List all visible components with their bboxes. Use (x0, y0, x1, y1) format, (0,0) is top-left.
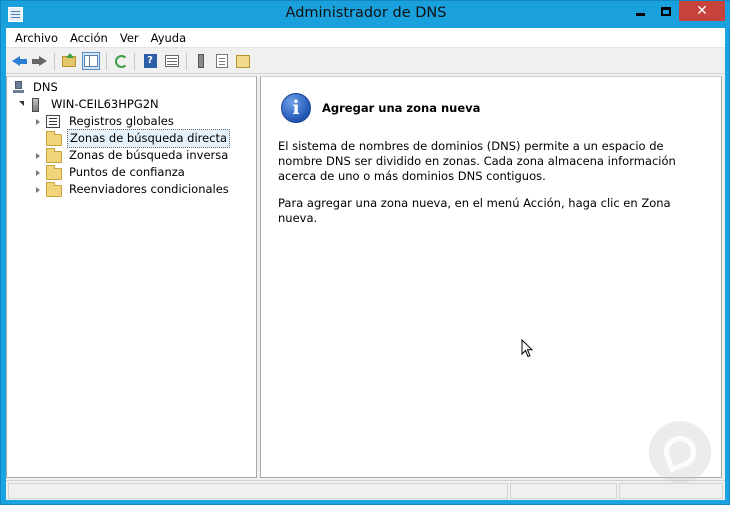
details-pane: i Agregar una zona nueva El sistema de n… (260, 76, 722, 478)
toolbar: ? (6, 49, 725, 74)
show-hide-tree-button[interactable] (82, 52, 100, 70)
tree-item-label: Puntos de confianza (69, 165, 185, 179)
tree-item-label-selected: Zonas de búsqueda directa (67, 129, 231, 148)
toolbar-separator (106, 53, 107, 70)
watermark-logo (649, 421, 711, 483)
tree-item-zonas-inversa[interactable]: Zonas de búsqueda inversa (33, 147, 230, 164)
up-level-button[interactable] (60, 52, 78, 70)
window-title: Administrador de DNS (285, 5, 447, 21)
folder-icon (46, 147, 62, 163)
global-records-icon (46, 114, 62, 129)
server-button[interactable] (192, 52, 210, 70)
toolbar-separator (186, 53, 187, 70)
detail-instructions: Para agregar una zona nueva, en el menú … (278, 196, 671, 225)
tree-item-label: Reenviadores condicionales (69, 182, 229, 196)
maximize-icon (661, 6, 671, 16)
list-button[interactable] (213, 52, 231, 70)
help-icon: ? (143, 54, 157, 68)
properties-button[interactable] (163, 52, 181, 70)
back-button[interactable] (10, 52, 28, 70)
tree-item-label: Registros globales (69, 114, 174, 128)
right-edge (722, 76, 725, 478)
tree-root-dns[interactable]: DNS (13, 79, 60, 96)
back-arrow-icon (11, 55, 27, 67)
help-button[interactable]: ? (141, 52, 159, 70)
status-cell (619, 483, 723, 499)
tree-server-node[interactable]: WIN-CEIL63HPG2N (15, 96, 161, 113)
folder-icon (46, 130, 62, 146)
menu-accion[interactable]: Acción (64, 28, 114, 48)
folder-icon (46, 181, 62, 197)
menu-bar: Archivo Acción Ver Ayuda (6, 28, 725, 48)
title-bar[interactable]: Administrador de DNS ✕ (1, 1, 730, 28)
menu-archivo[interactable]: Archivo (9, 28, 64, 48)
forward-arrow-icon (31, 55, 47, 67)
tree-item-label: Zonas de búsqueda inversa (69, 148, 229, 162)
toolbar-separator (134, 53, 135, 70)
records-button[interactable] (234, 52, 252, 70)
tree-root-label: DNS (33, 80, 58, 94)
console-tree[interactable]: DNS WIN-CEIL63HPG2N Registros globales Z… (6, 76, 257, 478)
tree-item-zonas-directa[interactable]: Zonas de búsqueda directa (33, 129, 231, 148)
status-cell (8, 483, 508, 499)
collapse-arrow-icon[interactable] (33, 185, 43, 195)
detail-description: El sistema de nombres de dominios (DNS) … (278, 139, 676, 183)
server-icon (28, 97, 44, 112)
refresh-button[interactable] (112, 52, 130, 70)
menu-ayuda[interactable]: Ayuda (145, 28, 193, 48)
status-cell (510, 483, 617, 499)
folder-icon (46, 164, 62, 180)
client-area: Archivo Acción Ver Ayuda ? DNS WIN-CEIL6… (6, 28, 725, 500)
maximize-button[interactable] (653, 1, 679, 21)
collapse-arrow-icon[interactable] (33, 151, 43, 161)
tree-item-puntos-confianza[interactable]: Puntos de confianza (33, 164, 187, 181)
info-icon: i (281, 93, 311, 123)
dns-manager-window: Administrador de DNS ✕ Archivo Acción Ve… (0, 0, 730, 505)
collapse-arrow-icon[interactable] (33, 117, 43, 127)
dns-icon (13, 80, 26, 95)
tree-item-reenviadores[interactable]: Reenviadores condicionales (33, 181, 231, 198)
menu-ver[interactable]: Ver (114, 28, 145, 48)
window-controls: ✕ (627, 1, 725, 21)
refresh-icon (114, 54, 128, 68)
forward-button[interactable] (30, 52, 48, 70)
up-folder-icon (62, 52, 76, 67)
show-hide-tree-icon (84, 55, 98, 67)
properties-icon (165, 55, 179, 67)
close-icon: ✕ (696, 3, 708, 19)
expand-arrow-icon[interactable] (15, 100, 25, 110)
toolbar-separator (54, 53, 55, 70)
records-icon (236, 54, 250, 68)
minimize-button[interactable] (627, 1, 653, 21)
list-icon (216, 54, 228, 68)
tree-server-label: WIN-CEIL63HPG2N (51, 97, 159, 111)
minimize-icon (635, 12, 645, 16)
collapse-arrow-icon[interactable] (33, 168, 43, 178)
status-bar (6, 480, 725, 500)
tree-item-registros-globales[interactable]: Registros globales (33, 113, 176, 130)
server-icon (198, 54, 204, 68)
close-button[interactable]: ✕ (679, 1, 725, 21)
detail-title: Agregar una zona nueva (322, 101, 481, 115)
expander-placeholder (33, 134, 43, 144)
